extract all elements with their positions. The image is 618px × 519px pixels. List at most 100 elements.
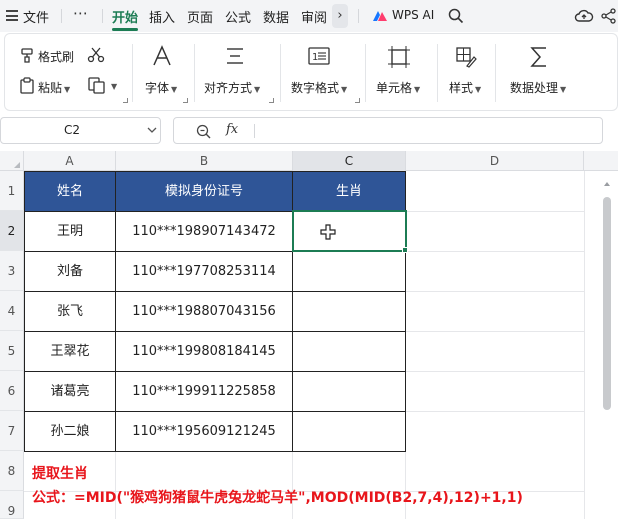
share-icon[interactable] xyxy=(600,7,618,25)
table-cell-id[interactable]: 110***199808184145 xyxy=(116,332,293,372)
paste-icon[interactable] xyxy=(19,77,35,94)
scroll-up-icon[interactable] xyxy=(603,180,611,188)
gridline xyxy=(406,411,584,412)
font-button[interactable]: 字体 ▼ xyxy=(145,79,177,96)
ribbon-divider xyxy=(194,44,195,102)
hamburger-menu-icon[interactable] xyxy=(6,10,18,21)
table-cell-name[interactable]: 王明 xyxy=(24,212,116,252)
table-cell-name[interactable]: 王翠花 xyxy=(24,332,116,372)
sum-icon[interactable] xyxy=(529,46,549,68)
insert-function-button[interactable]: fx xyxy=(226,122,238,137)
column-header-c[interactable]: C xyxy=(293,151,406,171)
table-cell-zodiac[interactable] xyxy=(293,292,406,332)
tabs-scroll-right-icon[interactable]: › xyxy=(332,4,348,28)
alignment-label: 对齐方式 xyxy=(204,81,253,95)
ribbon-divider xyxy=(495,44,496,102)
data-processing-button[interactable]: 数据处理 ▼ xyxy=(510,79,566,96)
ribbon-divider xyxy=(365,44,366,102)
row-header-5[interactable]: 5 xyxy=(0,331,24,371)
chevron-down-icon: ▼ xyxy=(414,85,421,94)
table-cell-zodiac[interactable] xyxy=(293,332,406,372)
table-cell-id[interactable]: 110***195609121245 xyxy=(116,412,293,452)
font-icon[interactable] xyxy=(151,45,173,67)
table-cell-id[interactable]: 110***198807043156 xyxy=(116,292,293,332)
style-icon[interactable] xyxy=(455,46,477,68)
align-center-icon[interactable] xyxy=(225,46,245,66)
header-cell-zodiac[interactable]: 生肖 xyxy=(293,171,406,212)
style-button[interactable]: 样式 ▼ xyxy=(449,79,481,96)
header-cell-name[interactable]: 姓名 xyxy=(24,171,116,212)
menu-file[interactable]: 文件 xyxy=(23,7,49,26)
row-header-9[interactable]: 9 xyxy=(0,491,24,519)
clipboard-dialog-launcher-icon[interactable] xyxy=(123,98,128,103)
row-header-3[interactable]: 3 xyxy=(0,251,24,291)
vertical-scrollbar[interactable] xyxy=(603,197,611,410)
format-painter-button[interactable]: 格式刷 xyxy=(38,48,74,65)
column-header-row: A B C D xyxy=(0,151,618,171)
number-format-icon[interactable]: 1 xyxy=(308,47,330,65)
cell-label: 单元格 xyxy=(376,81,413,95)
row-header-8[interactable]: 8 xyxy=(0,451,24,491)
table-cell-name[interactable]: 刘备 xyxy=(24,252,116,292)
select-all-button[interactable] xyxy=(0,151,24,171)
row-header-2[interactable]: 2 xyxy=(0,211,24,251)
chevron-down-icon: ▼ xyxy=(475,85,482,94)
cell-icon[interactable] xyxy=(388,46,410,68)
table-cell-zodiac[interactable] xyxy=(293,252,406,292)
table-cell-name[interactable]: 孙二娘 xyxy=(24,412,116,452)
cell-button[interactable]: 单元格 ▼ xyxy=(376,79,420,96)
table-cell-name[interactable]: 张飞 xyxy=(24,292,116,332)
chevron-down-icon: ▼ xyxy=(560,85,567,94)
row-header-1[interactable]: 1 xyxy=(0,171,24,211)
table-cell-zodiac[interactable] xyxy=(293,212,406,252)
chevron-down-icon[interactable] xyxy=(147,125,157,135)
font-dialog-launcher-icon[interactable] xyxy=(183,98,188,103)
tab-insert[interactable]: 插入 xyxy=(149,7,175,26)
font-label: 字体 xyxy=(145,81,170,95)
column-header-b[interactable]: B xyxy=(116,151,293,171)
table-cell-id[interactable]: 110***197708253114 xyxy=(116,252,293,292)
zoom-icon[interactable] xyxy=(196,124,211,139)
chevron-down-icon[interactable]: ▼ xyxy=(111,82,117,91)
copy-icon[interactable] xyxy=(88,77,106,94)
format-painter-icon[interactable] xyxy=(19,47,35,63)
gridline xyxy=(406,331,584,332)
note-formula: 公式：=MID("猴鸡狗猪鼠牛虎兔龙蛇马羊",MOD(MID(B2,7,4),1… xyxy=(32,490,523,506)
column-header-d[interactable]: D xyxy=(406,151,584,171)
ribbon-toolbar: 格式刷 粘贴 ▼ ▼ 字体 ▼ 对齐方式 ▼ 1 数字格式 ▼ 单元格 ▼ 样式… xyxy=(4,33,618,111)
paste-button[interactable]: 粘贴 ▼ xyxy=(38,79,70,96)
row-header-4[interactable]: 4 xyxy=(0,291,24,331)
gridline xyxy=(406,371,584,372)
cloud-sync-icon[interactable] xyxy=(574,7,594,25)
number-format-button[interactable]: 数字格式 ▼ xyxy=(291,79,347,96)
tab-page[interactable]: 页面 xyxy=(187,7,213,26)
tab-formula[interactable]: 公式 xyxy=(225,7,251,26)
alignment-dialog-launcher-icon[interactable] xyxy=(269,98,274,103)
number-format-dialog-launcher-icon[interactable] xyxy=(355,98,360,103)
header-cell-id[interactable]: 模拟身份证号 xyxy=(116,171,293,212)
table-cell-id[interactable]: 110***198907143472 xyxy=(116,212,293,252)
tab-home[interactable]: 开始 xyxy=(112,7,138,26)
chevron-down-icon: ▼ xyxy=(64,85,71,94)
gridline xyxy=(406,291,584,292)
number-format-label: 数字格式 xyxy=(291,81,340,95)
fill-handle[interactable] xyxy=(402,247,408,253)
more-menu-icon[interactable]: ⋯ xyxy=(73,4,89,22)
name-box[interactable]: C2 xyxy=(0,117,161,144)
table-cell-id[interactable]: 110***199911225858 xyxy=(116,372,293,412)
search-icon[interactable] xyxy=(448,8,464,24)
tab-data[interactable]: 数据 xyxy=(263,7,289,26)
row-header-7[interactable]: 7 xyxy=(0,411,24,451)
tab-review[interactable]: 审阅 xyxy=(301,7,327,26)
wps-ai-button[interactable]: WPS AI xyxy=(392,8,434,22)
table-cell-zodiac[interactable] xyxy=(293,372,406,412)
column-header-a[interactable]: A xyxy=(24,151,116,171)
table-cell-zodiac[interactable] xyxy=(293,412,406,452)
cut-icon[interactable] xyxy=(87,47,105,63)
name-box-value: C2 xyxy=(64,123,81,137)
table-cell-name[interactable]: 诸葛亮 xyxy=(24,372,116,412)
chevron-down-icon: ▼ xyxy=(254,85,261,94)
row-header-6[interactable]: 6 xyxy=(0,371,24,411)
formula-bar: fx xyxy=(173,117,603,144)
alignment-button[interactable]: 对齐方式 ▼ xyxy=(204,79,260,96)
